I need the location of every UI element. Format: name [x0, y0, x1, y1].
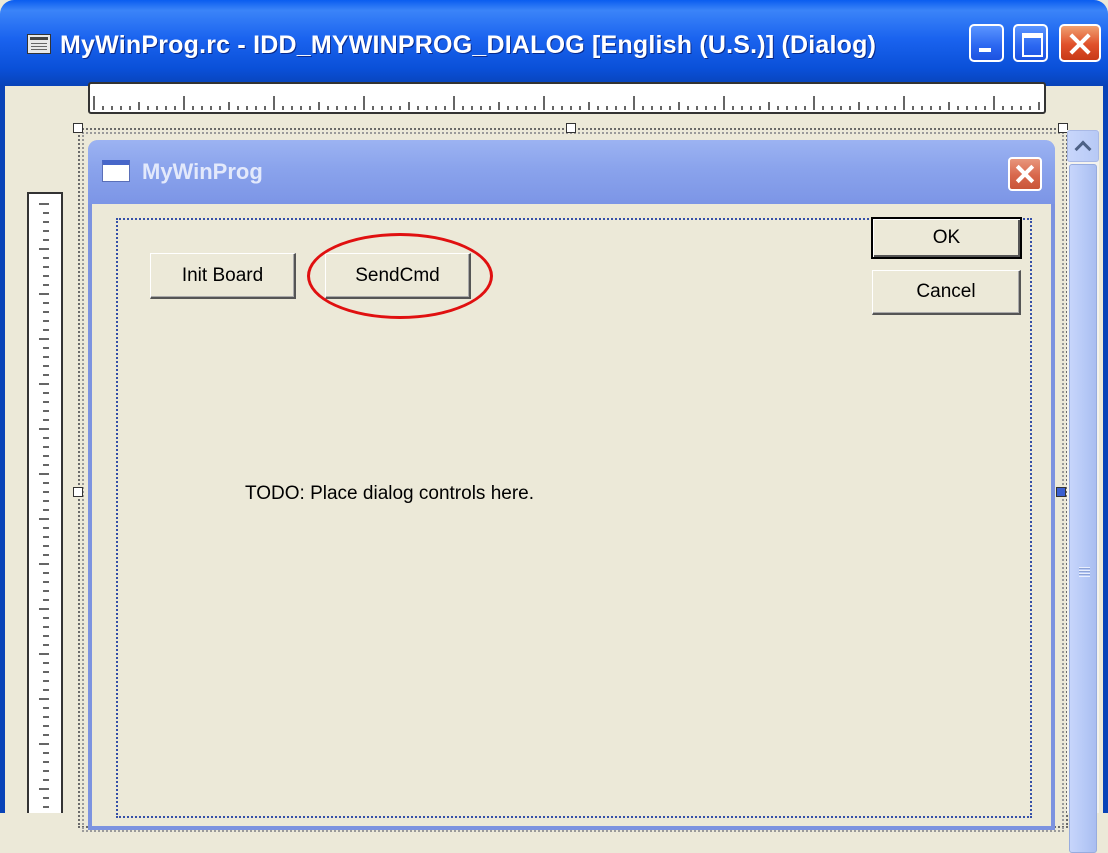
- resize-handle-left[interactable]: [73, 487, 83, 497]
- resize-handle-top-left[interactable]: [73, 123, 83, 133]
- dialog-window[interactable]: MyWinProg Init Board SendCmd OK Cancel T…: [88, 140, 1055, 830]
- dialog-close-button[interactable]: [1008, 157, 1042, 191]
- resize-handle-top-center[interactable]: [566, 123, 576, 133]
- resize-handle-right[interactable]: [1056, 487, 1066, 497]
- vertical-ruler-ticks: [39, 203, 49, 808]
- dialog-window-icon: [102, 160, 130, 182]
- scrollbar-grip-icon: [1079, 567, 1090, 577]
- highlight-ellipse-annotation: [307, 233, 493, 319]
- dialog-title-bar[interactable]: MyWinProg: [88, 140, 1055, 204]
- todo-static-text[interactable]: TODO: Place dialog controls here.: [245, 483, 534, 505]
- init-board-button[interactable]: Init Board: [150, 253, 296, 299]
- scroll-up-arrow-icon[interactable]: [1067, 130, 1099, 162]
- ok-button[interactable]: OK: [871, 217, 1022, 259]
- horizontal-ruler-ticks: [93, 96, 1040, 110]
- scrollbar-thumb[interactable]: [1069, 164, 1097, 853]
- vertical-ruler[interactable]: [27, 192, 63, 813]
- vertical-scrollbar[interactable]: [1067, 130, 1099, 853]
- maximize-button[interactable]: [1013, 24, 1048, 62]
- window-title-bar[interactable]: MyWinProg.rc - IDD_MYWINPROG_DIALOG [Eng…: [0, 0, 1108, 86]
- dialog-title: MyWinProg: [142, 159, 263, 184]
- window-title: MyWinProg.rc - IDD_MYWINPROG_DIALOG [Eng…: [60, 31, 877, 59]
- horizontal-ruler[interactable]: [88, 82, 1046, 114]
- close-button[interactable]: [1059, 24, 1101, 62]
- resource-editor-icon: [27, 34, 51, 54]
- cancel-button[interactable]: Cancel: [872, 270, 1021, 315]
- minimize-button[interactable]: [969, 24, 1004, 62]
